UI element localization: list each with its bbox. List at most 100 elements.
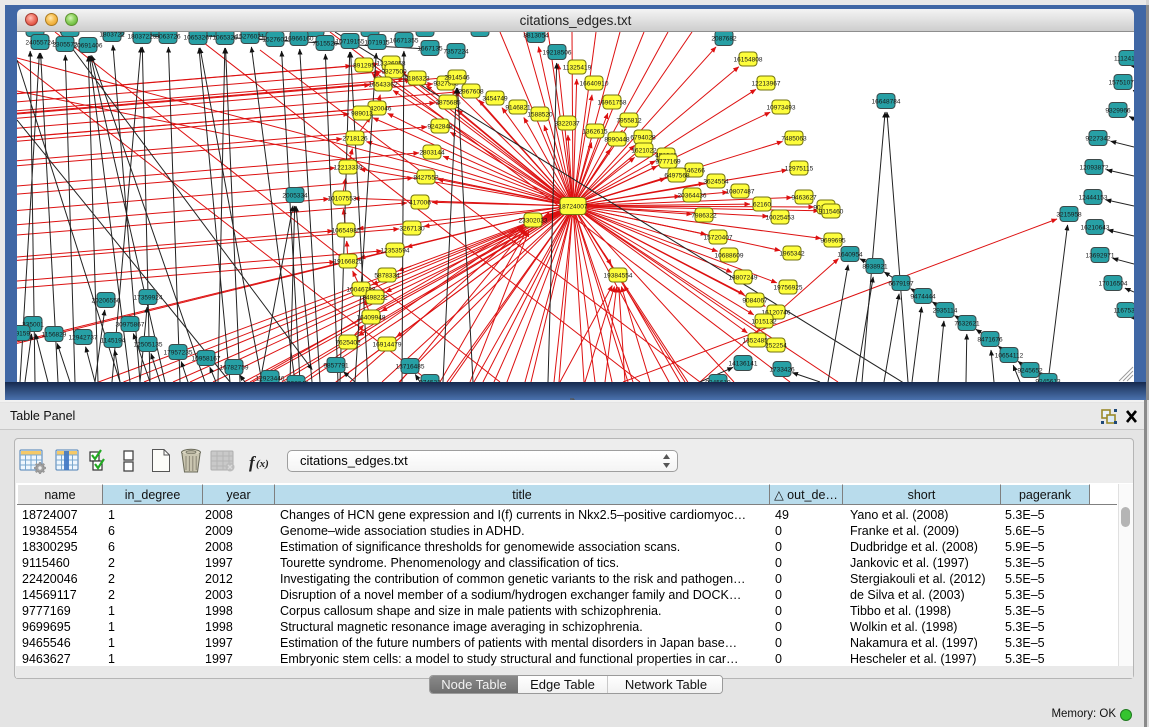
svg-text:12923446: 12923446 <box>256 375 285 382</box>
svg-text:9245610: 9245610 <box>705 379 731 382</box>
svg-text:3215958: 3215958 <box>1056 211 1082 218</box>
svg-text:9063726: 9063726 <box>155 33 181 40</box>
svg-text:7485063: 7485063 <box>781 135 807 142</box>
svg-text:9115460: 9115460 <box>819 208 844 215</box>
svg-text:7515526: 7515526 <box>312 40 338 47</box>
svg-text:9245652: 9245652 <box>1017 367 1043 374</box>
svg-text:1292345: 1292345 <box>283 380 309 382</box>
svg-text:10688609: 10688609 <box>715 252 744 259</box>
svg-text:9084067: 9084067 <box>742 297 768 304</box>
svg-text:1667135: 1667135 <box>417 45 443 52</box>
svg-text:8990448: 8990448 <box>604 136 630 143</box>
svg-text:8427552: 8427552 <box>413 174 439 181</box>
svg-text:1588520: 1588520 <box>527 111 553 118</box>
svg-text:2935114: 2935114 <box>933 307 958 314</box>
svg-text:1965342: 1965342 <box>779 250 805 257</box>
svg-text:9474444: 9474444 <box>910 293 936 300</box>
svg-text:10025453: 10025453 <box>766 214 795 221</box>
svg-text:15720407: 15720407 <box>704 234 733 241</box>
svg-text:11325419: 11325419 <box>563 64 592 71</box>
svg-text:1015132: 1015132 <box>751 318 777 325</box>
svg-text:7357224: 7357224 <box>443 48 469 55</box>
svg-text:39159: 39159 <box>17 330 30 337</box>
svg-text:891295: 891295 <box>353 62 375 69</box>
svg-text:9857791: 9857791 <box>323 362 349 369</box>
svg-text:16210643: 16210643 <box>1081 224 1110 231</box>
svg-text:20206556: 20206556 <box>92 297 121 304</box>
svg-text:417006: 417006 <box>409 199 431 206</box>
svg-text:19166825: 19166825 <box>334 258 363 265</box>
svg-text:10719155: 10719155 <box>336 38 365 45</box>
svg-text:20364436: 20364436 <box>678 192 707 199</box>
svg-text:3267130: 3267130 <box>399 225 425 232</box>
svg-text:30975867: 30975867 <box>116 321 145 328</box>
svg-text:17957235: 17957235 <box>164 349 193 356</box>
svg-text:9327500: 9327500 <box>381 68 407 75</box>
svg-text:9242848: 9242848 <box>427 123 453 130</box>
svg-text:12505135: 12505135 <box>134 341 163 348</box>
svg-text:8322037: 8322037 <box>554 120 580 127</box>
svg-text:12213339: 12213339 <box>334 164 363 171</box>
svg-text:16961758: 16961758 <box>598 99 627 106</box>
svg-text:2967608: 2967608 <box>458 88 484 95</box>
svg-text:1640954: 1640954 <box>837 251 863 258</box>
svg-text:16640910: 16640910 <box>580 80 609 87</box>
svg-text:252254: 252254 <box>765 342 787 349</box>
svg-text:9245613: 9245613 <box>1035 378 1061 382</box>
svg-text:15751074: 15751074 <box>1109 79 1134 86</box>
svg-text:16154808: 16154808 <box>734 56 763 63</box>
svg-text:1065326: 1065326 <box>212 34 238 41</box>
svg-text:2005334: 2005334 <box>282 192 308 199</box>
svg-text:8471676: 8471676 <box>977 336 1003 343</box>
svg-text:8938921: 8938921 <box>862 263 888 270</box>
svg-text:10107553: 10107553 <box>328 195 357 202</box>
svg-text:1167534: 1167534 <box>1114 307 1134 314</box>
svg-text:7632621: 7632621 <box>954 320 980 327</box>
svg-text:14136141: 14136141 <box>729 360 758 367</box>
svg-text:9227342: 9227342 <box>1085 135 1111 142</box>
svg-text:10654985: 10654985 <box>332 227 361 234</box>
svg-text:13716485: 13716485 <box>396 363 425 370</box>
svg-text:11124107: 11124107 <box>1114 55 1134 62</box>
svg-text:3624554: 3624554 <box>703 178 729 185</box>
svg-text:1803722: 1803722 <box>99 32 125 38</box>
svg-text:17359924: 17359924 <box>134 294 163 301</box>
svg-text:18037225: 18037225 <box>128 33 157 40</box>
svg-text:1071915: 1071915 <box>364 39 390 46</box>
svg-text:12213967: 12213967 <box>752 80 781 87</box>
svg-text:9329966: 9329966 <box>1105 107 1131 114</box>
svg-text:10973493: 10973493 <box>767 104 796 111</box>
svg-text:19384554: 19384554 <box>604 272 633 279</box>
svg-text:5878334: 5878334 <box>374 272 400 279</box>
svg-text:10807487: 10807487 <box>726 188 755 195</box>
svg-text:17016504: 17016504 <box>1099 280 1128 287</box>
svg-text:3498222: 3498222 <box>362 294 388 301</box>
svg-text:12942737: 12942737 <box>69 334 98 341</box>
svg-text:16543362: 16543362 <box>369 81 398 88</box>
svg-text:9777169: 9777169 <box>655 158 681 165</box>
svg-text:24055724: 24055724 <box>26 39 55 46</box>
svg-text:10654112: 10654112 <box>995 352 1024 359</box>
svg-text:3454749: 3454749 <box>482 95 508 102</box>
svg-text:6679197: 6679197 <box>888 280 914 287</box>
svg-text:6794028: 6794028 <box>630 134 656 141</box>
svg-text:989013: 989013 <box>351 110 373 117</box>
svg-text:974533: 974533 <box>419 379 441 382</box>
svg-text:7625402: 7625402 <box>335 339 361 346</box>
svg-text:19756925: 19756925 <box>774 284 803 291</box>
svg-text:9463627: 9463627 <box>791 194 817 201</box>
svg-text:15276021: 15276021 <box>236 33 265 40</box>
svg-text:8186323: 8186323 <box>404 75 430 82</box>
svg-text:12353594: 12353594 <box>381 247 410 254</box>
svg-text:13692971: 13692971 <box>1086 252 1115 259</box>
svg-text:7955812: 7955812 <box>616 117 642 124</box>
svg-text:12093872: 12093872 <box>1080 164 1109 171</box>
svg-text:62160: 62160 <box>753 201 771 208</box>
svg-text:9146821: 9146821 <box>505 104 531 111</box>
svg-text:1621022: 1621022 <box>631 147 657 154</box>
svg-text:16914479: 16914479 <box>373 341 402 348</box>
svg-text:1156829: 1156829 <box>42 331 67 338</box>
svg-text:19218506: 19218506 <box>543 49 572 56</box>
svg-text:16671355: 16671355 <box>390 37 419 44</box>
svg-text:2803144: 2803144 <box>419 149 445 156</box>
